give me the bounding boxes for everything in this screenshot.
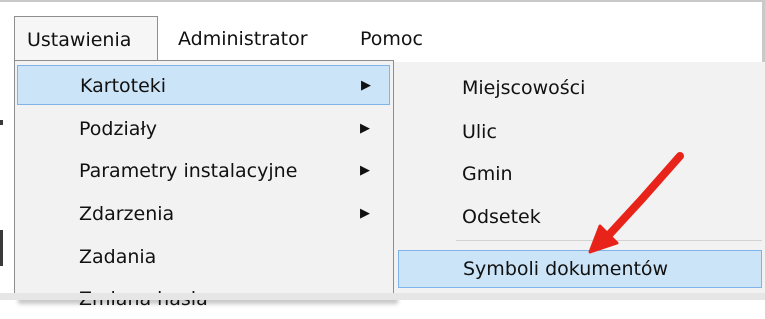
red-arrow-icon <box>588 152 684 254</box>
